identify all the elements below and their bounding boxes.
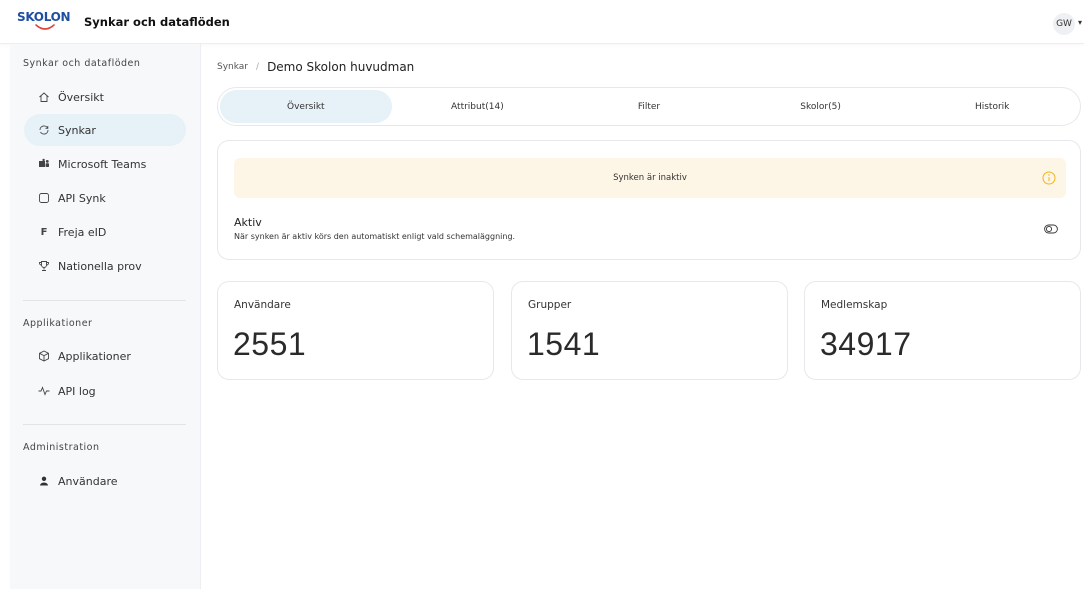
skolon-logo[interactable]: SKOLON [17, 10, 71, 36]
tab-oversikt[interactable]: Översikt [220, 90, 392, 123]
user-icon [38, 475, 50, 487]
sidebar-item-oversikt[interactable]: Översikt [24, 81, 186, 113]
stat-card-medlemskap: Medlemskap 34917 [804, 281, 1081, 380]
user-avatar[interactable]: GW [1053, 13, 1075, 35]
activity-icon [38, 385, 50, 397]
sidebar-item-label: Microsoft Teams [58, 157, 147, 171]
stat-value: 34917 [820, 326, 912, 362]
active-setting-description: När synken är aktiv körs den automatiskt… [234, 232, 516, 241]
inactive-warning-banner: Synken är inaktiv [234, 158, 1066, 198]
sidebar-item-label: API Synk [58, 191, 106, 205]
active-setting-title: Aktiv [234, 216, 262, 229]
sidebar-item-label: API log [58, 384, 96, 398]
warning-text: Synken är inaktiv [613, 173, 687, 183]
stat-label: Grupper [528, 299, 572, 311]
breadcrumb-parent-link[interactable]: Synkar [217, 62, 248, 72]
sidebar-divider [23, 424, 186, 425]
sidebar-item-nationella-prov[interactable]: Nationella prov [24, 250, 186, 282]
sidebar: Synkar och dataflöden Översikt Synkar Mi… [10, 44, 201, 589]
box-icon [38, 350, 50, 362]
logo-smile-icon [35, 24, 55, 30]
stat-label: Medlemskap [821, 299, 888, 311]
sidebar-item-applikationer[interactable]: Applikationer [24, 340, 186, 372]
sidebar-section-title: Synkar och dataflöden [23, 58, 141, 69]
square-icon [38, 192, 50, 204]
tab-attribut[interactable]: Attribut(14) [392, 90, 564, 123]
user-initials: GW [1056, 19, 1072, 29]
tab-bar: Översikt Attribut(14) Filter Skolor(5) H… [217, 87, 1081, 126]
sidebar-divider [23, 300, 186, 301]
teams-icon [38, 158, 50, 170]
sidebar-item-freja-eid[interactable]: F Freja eID [24, 216, 186, 248]
sync-status-card: Synken är inaktiv Aktiv När synken är ak… [217, 140, 1081, 260]
sync-icon [38, 124, 50, 136]
stat-card-anvandare: Användare 2551 [217, 281, 494, 380]
tab-filter[interactable]: Filter [563, 90, 735, 123]
sidebar-item-label: Freja eID [58, 225, 107, 239]
sidebar-item-label: Synkar [58, 123, 96, 137]
sidebar-section-title: Administration [23, 442, 100, 453]
tab-historik[interactable]: Historik [906, 90, 1078, 123]
sidebar-item-api-synk[interactable]: API Synk [24, 182, 186, 214]
sidebar-item-synkar[interactable]: Synkar [24, 114, 186, 146]
sidebar-item-microsoft-teams[interactable]: Microsoft Teams [24, 148, 186, 180]
stat-value: 1541 [527, 326, 601, 362]
app-title: Synkar och dataflöden [84, 15, 230, 29]
sidebar-item-api-log[interactable]: API log [24, 375, 186, 407]
freja-icon: F [40, 226, 48, 238]
stat-label: Användare [234, 299, 291, 311]
active-toggle[interactable] [1044, 224, 1058, 234]
top-bar: SKOLON Synkar och dataflöden GW ▾ [0, 0, 1084, 44]
breadcrumb: Synkar / Demo Skolon huvudman [217, 60, 414, 74]
sidebar-item-label: Användare [58, 474, 118, 488]
breadcrumb-separator: / [256, 62, 260, 72]
sidebar-item-label: Applikationer [58, 349, 131, 363]
chevron-down-icon[interactable]: ▾ [1078, 18, 1082, 27]
breadcrumb-current: Demo Skolon huvudman [267, 60, 415, 74]
stat-value: 2551 [233, 326, 307, 362]
sidebar-item-label: Översikt [58, 90, 104, 104]
home-icon [38, 91, 50, 103]
tab-skolor[interactable]: Skolor(5) [735, 90, 907, 123]
trophy-icon [38, 260, 50, 272]
logo-text: SKOLON [17, 10, 71, 24]
sidebar-section-title: Applikationer [23, 318, 93, 329]
info-icon [1042, 171, 1056, 185]
sidebar-item-anvandare[interactable]: Användare [24, 465, 186, 497]
stat-card-grupper: Grupper 1541 [511, 281, 788, 380]
sidebar-item-label: Nationella prov [58, 259, 142, 273]
